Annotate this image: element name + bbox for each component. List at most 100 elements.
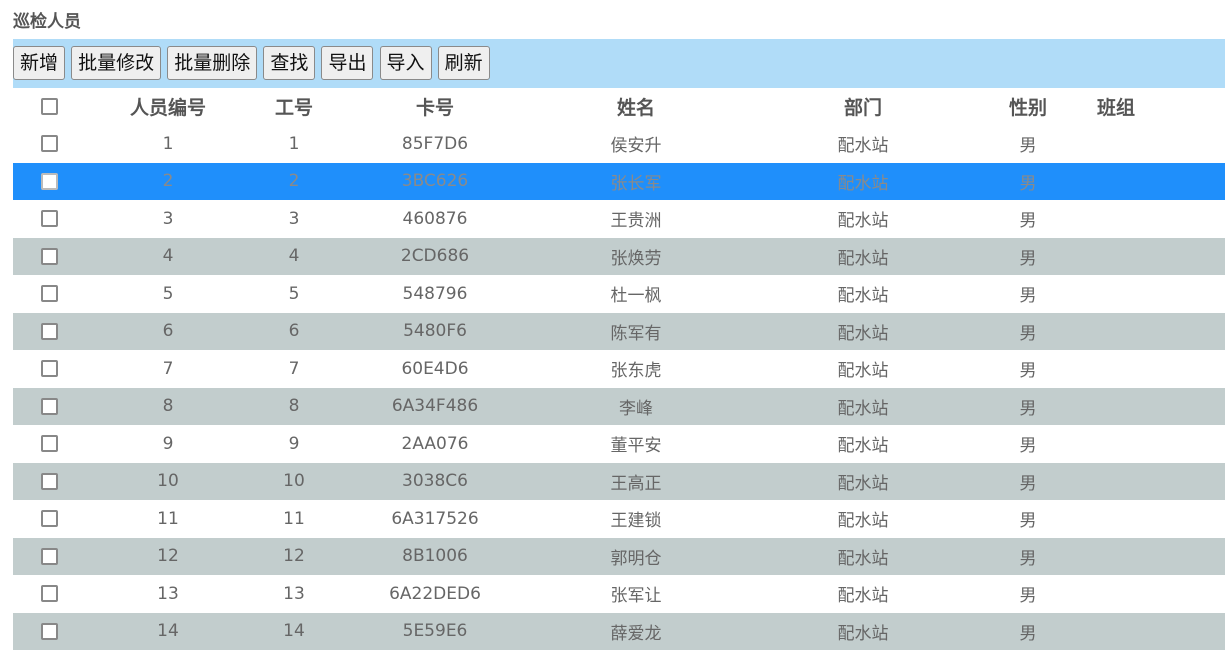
table-row[interactable]: 886A34F486李峰配水站男 — [13, 388, 1225, 426]
cell-employee-no: 8 — [259, 388, 329, 426]
cell-card-no: 3038C6 — [365, 463, 505, 501]
cell-gender: 男 — [998, 613, 1058, 650]
select-all-checkbox[interactable] — [41, 98, 58, 115]
cell-employee-no: 4 — [259, 238, 329, 276]
table-row[interactable]: 14 14 5E59E6 薛爱龙 配水站 男 — [13, 613, 1225, 650]
column-header-name[interactable]: 姓名 — [576, 88, 696, 125]
row-checkbox[interactable] — [41, 398, 58, 415]
row-checkbox[interactable] — [41, 323, 58, 340]
cell-name: 张焕劳 — [576, 238, 696, 276]
table-row[interactable]: 992AA076董平安配水站男 — [13, 425, 1225, 463]
row-select-cell — [37, 275, 61, 313]
row-select-cell — [37, 575, 61, 613]
cell-gender: 男 — [998, 350, 1058, 388]
cell-id: 8 — [123, 388, 213, 426]
cell-employee-no: 6 — [259, 313, 329, 351]
row-select-cell — [37, 238, 61, 276]
import-button[interactable]: 导入 — [380, 46, 432, 80]
cell-card-no: 5E59E6 — [365, 613, 505, 650]
table-row[interactable]: 33460876王贵洲配水站男 — [13, 200, 1225, 238]
add-button[interactable]: 新增 — [13, 46, 65, 80]
cell-id: 7 — [123, 350, 213, 388]
cell-gender: 男 — [998, 238, 1058, 276]
row-checkbox[interactable] — [41, 623, 58, 640]
cell-name: 张东虎 — [576, 350, 696, 388]
cell-name: 郭明仓 — [576, 538, 696, 576]
personnel-table: 人员编号 工号 卡号 姓名 部门 性别 班组 1185F7D6侯安升配水站男22… — [13, 88, 1225, 650]
table-row[interactable]: 12128B1006郭明仓配水站男 — [13, 538, 1225, 576]
row-select-cell — [37, 350, 61, 388]
search-button[interactable]: 查找 — [263, 46, 315, 80]
cell-department: 配水站 — [803, 125, 923, 163]
cell-gender: 男 — [998, 200, 1058, 238]
cell-id: 5 — [123, 275, 213, 313]
cell-card-no: 60E4D6 — [365, 350, 505, 388]
cell-department: 配水站 — [803, 200, 923, 238]
table-row[interactable]: 10103038C6王高正配水站男 — [13, 463, 1225, 501]
row-checkbox[interactable] — [41, 585, 58, 602]
cell-id: 13 — [123, 575, 213, 613]
cell-department: 配水站 — [803, 350, 923, 388]
cell-employee-no: 5 — [259, 275, 329, 313]
cell-name: 李峰 — [576, 388, 696, 426]
table-row[interactable]: 223BC626张长军配水站男 — [13, 163, 1225, 201]
table-header: 人员编号 工号 卡号 姓名 部门 性别 班组 — [13, 88, 1225, 125]
table-row[interactable]: 55548796杜一枫配水站男 — [13, 275, 1225, 313]
column-header-employee-no[interactable]: 工号 — [259, 88, 329, 125]
row-checkbox[interactable] — [41, 548, 58, 565]
table-row[interactable]: 442CD686张焕劳配水站男 — [13, 238, 1225, 276]
row-checkbox[interactable] — [41, 285, 58, 302]
table-row[interactable]: 13136A22DED6张军让配水站男 — [13, 575, 1225, 613]
row-checkbox[interactable] — [41, 435, 58, 452]
row-checkbox[interactable] — [41, 135, 58, 152]
row-checkbox[interactable] — [41, 473, 58, 490]
cell-employee-no: 14 — [259, 613, 329, 650]
table-row[interactable]: 7760E4D6张东虎配水站男 — [13, 350, 1225, 388]
row-checkbox[interactable] — [41, 210, 58, 227]
cell-gender: 男 — [998, 313, 1058, 351]
batch-edit-button[interactable]: 批量修改 — [71, 46, 161, 80]
row-checkbox[interactable] — [41, 173, 58, 190]
cell-id: 1 — [123, 125, 213, 163]
cell-name: 王贵洲 — [576, 200, 696, 238]
column-header-gender[interactable]: 性别 — [998, 88, 1058, 125]
cell-card-no: 8B1006 — [365, 538, 505, 576]
cell-department: 配水站 — [803, 613, 923, 650]
cell-card-no: 6A34F486 — [365, 388, 505, 426]
page-title: 巡检人员 — [13, 8, 81, 36]
cell-team — [1081, 313, 1151, 351]
export-button[interactable]: 导出 — [321, 46, 373, 80]
column-header-department[interactable]: 部门 — [803, 88, 923, 125]
row-checkbox[interactable] — [41, 360, 58, 377]
cell-card-no: 2CD686 — [365, 238, 505, 276]
cell-employee-no: 9 — [259, 425, 329, 463]
cell-id: 3 — [123, 200, 213, 238]
cell-name: 陈军有 — [576, 313, 696, 351]
cell-name: 王高正 — [576, 463, 696, 501]
cell-team — [1081, 163, 1151, 201]
cell-team — [1081, 613, 1151, 650]
row-checkbox[interactable] — [41, 510, 58, 527]
cell-gender: 男 — [998, 275, 1058, 313]
cell-employee-no: 2 — [259, 163, 329, 201]
column-header-card-no[interactable]: 卡号 — [365, 88, 505, 125]
refresh-button[interactable]: 刷新 — [438, 46, 490, 80]
column-header-id[interactable]: 人员编号 — [123, 88, 213, 125]
row-select-cell — [37, 425, 61, 463]
cell-team — [1081, 125, 1151, 163]
row-checkbox[interactable] — [41, 248, 58, 265]
cell-name: 薛爱龙 — [576, 613, 696, 650]
table-row[interactable]: 665480F6陈军有配水站男 — [13, 313, 1225, 351]
batch-delete-button[interactable]: 批量删除 — [167, 46, 257, 80]
row-select-cell — [37, 388, 61, 426]
cell-department: 配水站 — [803, 238, 923, 276]
cell-team — [1081, 350, 1151, 388]
cell-id: 14 — [123, 613, 213, 650]
table-row[interactable]: 1185F7D6侯安升配水站男 — [13, 125, 1225, 163]
table-row[interactable]: 11116A317526王建锁配水站男 — [13, 500, 1225, 538]
cell-id: 6 — [123, 313, 213, 351]
column-header-team[interactable]: 班组 — [1081, 88, 1151, 125]
cell-card-no: 6A317526 — [365, 500, 505, 538]
cell-employee-no: 12 — [259, 538, 329, 576]
cell-team — [1081, 238, 1151, 276]
